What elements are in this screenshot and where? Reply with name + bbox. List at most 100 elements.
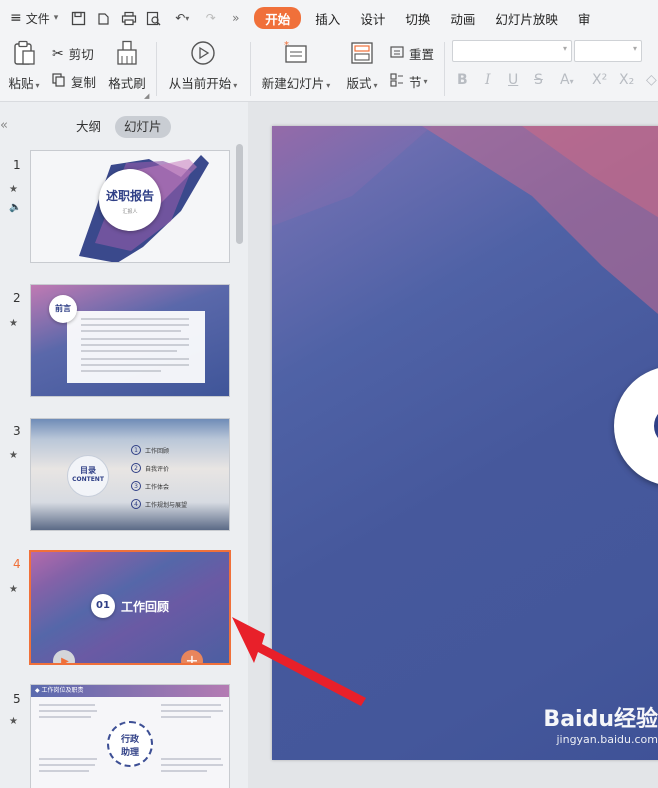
section-button[interactable]: 节 ▾: [390, 72, 428, 91]
toc-subtitle: CONTENT: [72, 476, 104, 483]
heading-circle: 前言: [49, 295, 77, 323]
play-slide-button[interactable]: ▶: [53, 650, 75, 665]
divider: [444, 42, 445, 96]
slide-number: 2: [13, 291, 21, 305]
toc-item: 1 工作回顾: [131, 445, 169, 455]
menu-bar: ≡ 文件 ▾ ↶ ▾ ↷ » 开始 插入 设计 切换 动画 幻灯片放映 审: [0, 0, 658, 36]
slide-editor: Baidu经验 jingyan.baidu.com: [248, 102, 658, 788]
save-icon[interactable]: [70, 10, 87, 27]
strikethrough-icon[interactable]: S: [534, 72, 543, 88]
title-circle: 述职报告 汇报人: [99, 169, 161, 231]
svg-text:*: *: [284, 40, 289, 51]
play-circle-icon: [190, 40, 216, 69]
reset-label: 重置: [409, 47, 435, 62]
watermark: Baidu经验 jingyan.baidu.com: [543, 701, 658, 746]
file-menu[interactable]: ≡ 文件 ▾: [0, 0, 64, 36]
chevron-down-icon: ▾: [562, 44, 567, 53]
format-painter-button[interactable]: 格式刷: [106, 40, 148, 92]
slide-header-bar: ◆ 工作岗位及职责: [31, 685, 229, 697]
bold-icon[interactable]: B: [457, 72, 468, 88]
superscript-icon[interactable]: X²: [592, 72, 607, 88]
tab-slideshow[interactable]: 幻灯片放映: [485, 0, 568, 36]
more-icon[interactable]: »: [227, 10, 244, 27]
slide-thumbnail-5[interactable]: ◆ 工作岗位及职责 行政 助理: [30, 684, 230, 788]
panel-tabs: « 大纲 幻灯片: [0, 116, 248, 138]
clipboard-icon: [12, 40, 36, 69]
tab-design[interactable]: 设计: [350, 0, 395, 36]
speaker-icon: 🔈: [9, 202, 22, 213]
slide-number: 4: [13, 557, 21, 571]
tab-insert[interactable]: 插入: [305, 0, 350, 36]
italic-icon[interactable]: I: [485, 72, 491, 88]
subscript-icon[interactable]: X₂: [619, 72, 634, 88]
scissors-icon: ✂: [52, 45, 64, 62]
toc-item: 3 工作体会: [131, 481, 169, 491]
role-line-1: 行政: [120, 735, 139, 745]
title-badge-edge: [654, 406, 658, 446]
from-current-button[interactable]: 从当前开始 ▾: [164, 40, 242, 92]
print-icon[interactable]: [120, 10, 137, 27]
format-painter-label: 格式刷: [108, 76, 146, 91]
animation-star-icon: ★: [9, 318, 18, 329]
toc-circle: 目录 CONTENT: [67, 455, 109, 497]
reset-button[interactable]: 重置: [390, 44, 434, 63]
slide-title: 述职报告: [105, 189, 154, 203]
chevron-down-icon: ▾: [632, 44, 637, 53]
toc-item: 4 工作规划与展望: [131, 499, 187, 509]
layout-button[interactable]: 版式 ▾: [342, 40, 382, 92]
tab-slides[interactable]: 幻灯片: [115, 116, 171, 138]
tab-transitions[interactable]: 切换: [395, 0, 440, 36]
animation-star-icon: ★: [9, 584, 18, 595]
tab-review[interactable]: 审: [568, 0, 591, 36]
print-preview-icon[interactable]: [145, 10, 162, 27]
slide-number: 3: [13, 424, 21, 438]
new-slide-button[interactable]: * 新建幻灯片 ▾: [258, 40, 334, 92]
layout-icon: [349, 40, 375, 69]
font-color-icon[interactable]: A▾: [560, 72, 574, 88]
watermark-brand: Baidu经验: [543, 707, 658, 732]
animation-star-icon: ★: [9, 450, 18, 461]
slide-number: 5: [13, 692, 21, 706]
divider: [156, 42, 157, 96]
play-icon: ▶: [61, 655, 69, 665]
reset-icon: [390, 45, 404, 62]
section-badge: 01: [91, 594, 115, 618]
clear-format-icon[interactable]: ◇: [646, 72, 657, 88]
toc-item: 2 自我评价: [131, 463, 169, 473]
slide-thumbnail-1[interactable]: 述职报告 汇报人: [30, 150, 230, 263]
slide-canvas[interactable]: Baidu经验 jingyan.baidu.com: [272, 126, 658, 760]
add-slide-button[interactable]: +: [181, 650, 203, 665]
tab-outline[interactable]: 大纲: [76, 116, 101, 138]
dialog-launcher-icon[interactable]: ◢: [144, 92, 149, 100]
text-panel: [67, 311, 205, 383]
paste-button[interactable]: 粘贴 ▾: [6, 40, 42, 92]
font-size-select[interactable]: ▾: [574, 40, 642, 62]
toc-title: 目录: [80, 466, 96, 475]
slide-thumbnail-3[interactable]: 目录 CONTENT 1 工作回顾 2 自我评价 3 工作体会 4 工作规划与展望: [30, 418, 230, 531]
undo-icon[interactable]: ↶ ▾: [170, 10, 194, 27]
collapse-panel-icon[interactable]: «: [0, 118, 8, 133]
role-circle: 行政 助理: [107, 721, 153, 767]
section-label: 节: [409, 75, 422, 90]
slide-thumbnail-2[interactable]: 前言: [30, 284, 230, 397]
tab-animations[interactable]: 动画: [440, 0, 485, 36]
paste-label: 粘贴: [8, 76, 34, 91]
cut-button[interactable]: ✂ 剪切: [52, 44, 94, 63]
quick-access-toolbar: ↶ ▾ ↷ »: [64, 10, 250, 27]
copy-icon: [52, 73, 65, 90]
new-slide-icon: *: [282, 40, 310, 69]
underline-icon[interactable]: U: [508, 72, 518, 88]
panel-scrollbar[interactable]: [236, 144, 243, 244]
redo-icon[interactable]: ↷: [202, 10, 219, 27]
slide-panel: « 大纲 幻灯片 1 ★ 🔈 述职报告 汇报人 2 ★ 前言 3 ★ 目录 CO…: [0, 102, 248, 788]
export-icon[interactable]: [95, 10, 112, 27]
section-icon: [390, 73, 404, 90]
font-family-select[interactable]: ▾: [452, 40, 572, 62]
slide-thumbnail-4[interactable]: 01 工作回顾 ▶ +: [29, 550, 231, 665]
hamburger-icon: ≡: [10, 10, 22, 26]
new-slide-label: 新建幻灯片: [261, 76, 325, 91]
copy-button[interactable]: 复制: [52, 72, 96, 91]
animation-star-icon: ★: [9, 184, 18, 195]
tab-home[interactable]: 开始: [254, 7, 302, 29]
plus-icon: +: [185, 651, 199, 665]
